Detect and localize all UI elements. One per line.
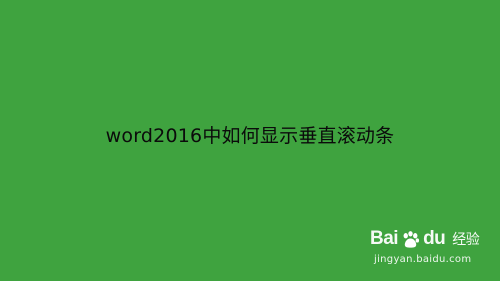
watermark-brand-du: du <box>423 228 446 249</box>
watermark-brand-jingyan: 经验 <box>452 232 480 248</box>
watermark-brand: Bai du 经验 <box>370 227 480 251</box>
slide-title: word2016中如何显示垂直滚动条 <box>105 125 395 147</box>
baidu-paw-icon <box>401 230 420 249</box>
watermark-brand-bai: Bai <box>370 228 399 249</box>
cover-slide: word2016中如何显示垂直滚动条 Bai du 经验 jingyan.bai… <box>0 0 500 281</box>
baidu-jingyan-watermark: Bai du 经验 jingyan.baidu.com <box>370 227 482 271</box>
watermark-url: jingyan.baidu.com <box>374 254 472 265</box>
